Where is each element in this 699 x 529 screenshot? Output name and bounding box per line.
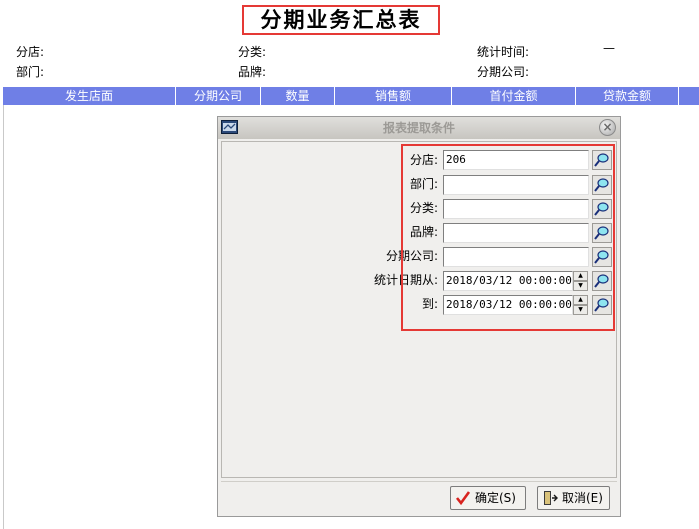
- installment-company-label: 分期公司:: [477, 65, 530, 79]
- table-left-border: [3, 105, 4, 529]
- ok-button-label: 确定(S): [475, 491, 516, 505]
- category-label: 分类:: [238, 45, 267, 59]
- stat-time-value: —: [603, 41, 615, 55]
- column-header-store[interactable]: 发生店面: [3, 87, 176, 105]
- column-header-down-payment[interactable]: 首付金额: [452, 87, 576, 105]
- dialog-footer: 确定(S) 取消(E): [221, 481, 617, 515]
- table-header: 发生店面 分期公司 数量 销售额 首付金额 贷款金额: [3, 87, 699, 105]
- highlight-box: [401, 144, 615, 331]
- report-title: 分期业务汇总表: [242, 5, 440, 35]
- column-header-quantity[interactable]: 数量: [261, 87, 335, 105]
- dialog-title: 报表提取条件: [382, 121, 455, 135]
- brand-label: 品牌:: [238, 65, 267, 79]
- cancel-button-label: 取消(E): [562, 491, 603, 505]
- department-label: 部门:: [16, 65, 45, 79]
- branch-label: 分店:: [16, 45, 45, 59]
- column-header-installment-company[interactable]: 分期公司: [176, 87, 261, 105]
- stat-time-label: 统计时间:: [477, 45, 530, 59]
- checkmark-icon: [455, 491, 471, 506]
- cancel-button[interactable]: 取消(E): [537, 486, 610, 510]
- close-icon[interactable]: ×: [599, 119, 616, 136]
- column-header-loan-amount[interactable]: 贷款金额: [576, 87, 679, 105]
- dialog-title-bar[interactable]: 报表提取条件 ×: [218, 117, 620, 139]
- exit-door-icon: [544, 491, 558, 505]
- ok-button[interactable]: 确定(S): [450, 486, 526, 510]
- column-header-sales[interactable]: 销售额: [335, 87, 452, 105]
